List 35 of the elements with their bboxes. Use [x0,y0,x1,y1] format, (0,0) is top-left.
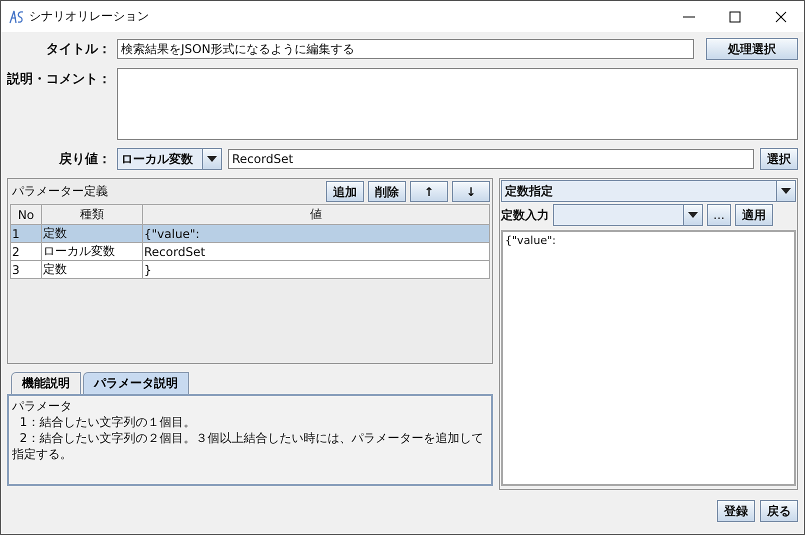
constant-dropdown[interactable] [553,204,703,226]
title-label: タイトル： [45,41,111,58]
dropdown-arrow-icon [207,156,217,162]
process-select-button[interactable]: 処理選択 [706,38,798,60]
comment-label: 説明・コメント： [7,71,111,88]
app-icon [9,10,25,24]
toolbar-button[interactable]: ↑ [410,181,448,202]
tab[interactable]: 機能説明 [11,372,81,394]
return-value-field[interactable]: RecordSet [228,149,754,169]
column-header[interactable]: 値 [142,204,490,224]
description-text: パラメータ 1：結合したい文字列の１個目。 2：結合したい文字列の２個目。３個以上結合したい時には、パラメーターを追加して指定する。 [7,394,493,486]
more-button[interactable]: ... [707,204,731,226]
dropdown-arrow-icon [781,188,791,194]
toolbar-button[interactable]: ↓ [452,181,490,202]
return-label: 戻り値： [58,150,111,168]
title-field[interactable]: 検索結果をJSON形式になるように編集する [117,39,694,59]
close-icon[interactable] [775,10,787,22]
select-button[interactable]: 選択 [760,148,798,170]
mode-dropdown[interactable]: 定数指定 [501,180,796,202]
column-header[interactable]: No [10,204,42,224]
dropdown-arrow-icon [688,212,698,218]
toolbar-button[interactable]: 削除 [368,181,406,202]
window-title: シナリオリレーション [29,8,149,25]
apply-button[interactable]: 適用 [735,204,773,226]
footer-button[interactable]: 戻る [760,500,798,522]
panel-title: パラメーター定義 [11,183,109,200]
constant-input-label: 定数入力 [501,206,549,224]
maximize-icon[interactable] [729,10,741,22]
constant-text-area[interactable]: {"value": [501,230,796,486]
comment-field[interactable] [117,68,798,140]
tab[interactable]: パラメータ説明 [83,372,189,394]
toolbar-button[interactable]: 追加 [326,181,364,202]
return-type-dropdown[interactable]: ローカル変数 [117,148,222,170]
footer-button[interactable]: 登録 [717,500,755,522]
column-header[interactable]: 種類 [42,204,142,224]
